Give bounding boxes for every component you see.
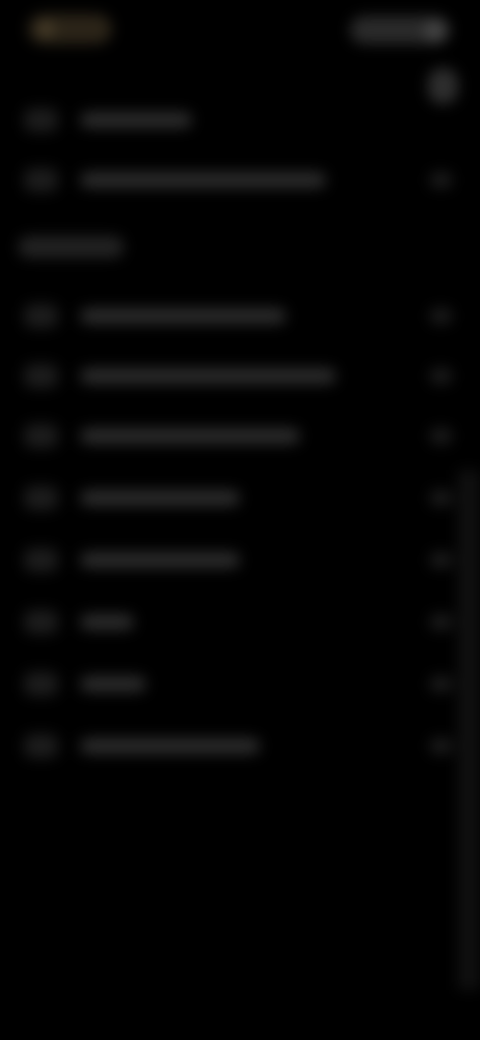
row-icon — [24, 168, 58, 192]
row-trailing-icon — [430, 676, 452, 692]
row-trailing-icon — [430, 614, 452, 630]
row-label-placeholder — [80, 368, 336, 384]
list-item[interactable] — [0, 662, 480, 706]
list-item[interactable] — [0, 158, 480, 202]
list-item[interactable] — [0, 98, 480, 142]
row-icon — [24, 364, 58, 388]
list-item[interactable] — [0, 414, 480, 458]
list-item[interactable] — [0, 476, 480, 520]
row-label-placeholder — [80, 614, 134, 630]
row-label-placeholder — [80, 172, 326, 188]
app-logo-icon[interactable] — [28, 14, 112, 44]
scrollbar[interactable] — [458, 470, 480, 990]
logo-mark-icon — [38, 21, 54, 37]
top-bar — [0, 0, 480, 64]
list-item[interactable] — [0, 724, 480, 768]
row-icon — [24, 610, 58, 634]
row-label-placeholder — [80, 552, 240, 568]
row-label-placeholder — [80, 112, 192, 128]
list-item[interactable] — [0, 354, 480, 398]
list-item[interactable] — [0, 538, 480, 582]
section-header — [18, 236, 124, 258]
list-item[interactable] — [0, 294, 480, 338]
row-icon — [24, 734, 58, 758]
row-icon — [24, 424, 58, 448]
row-icon — [24, 108, 58, 132]
row-label-placeholder — [80, 490, 240, 506]
row-icon — [24, 548, 58, 572]
row-label-placeholder — [80, 428, 300, 444]
top-right-control[interactable] — [350, 16, 450, 44]
row-trailing-icon — [430, 490, 452, 506]
blurred-screen — [0, 0, 480, 1040]
row-label-placeholder — [80, 308, 286, 324]
row-trailing-icon — [430, 552, 452, 568]
avatar-icon[interactable] — [424, 20, 446, 42]
row-trailing-icon — [430, 308, 452, 324]
row-icon — [24, 304, 58, 328]
row-trailing-icon — [430, 368, 452, 384]
row-label-placeholder — [80, 676, 146, 692]
row-trailing-icon — [430, 172, 452, 188]
list-item[interactable] — [0, 600, 480, 644]
row-icon — [24, 486, 58, 510]
row-trailing-icon — [430, 428, 452, 444]
row-label-placeholder — [80, 738, 260, 754]
row-icon — [24, 672, 58, 696]
row-trailing-icon — [430, 738, 452, 754]
